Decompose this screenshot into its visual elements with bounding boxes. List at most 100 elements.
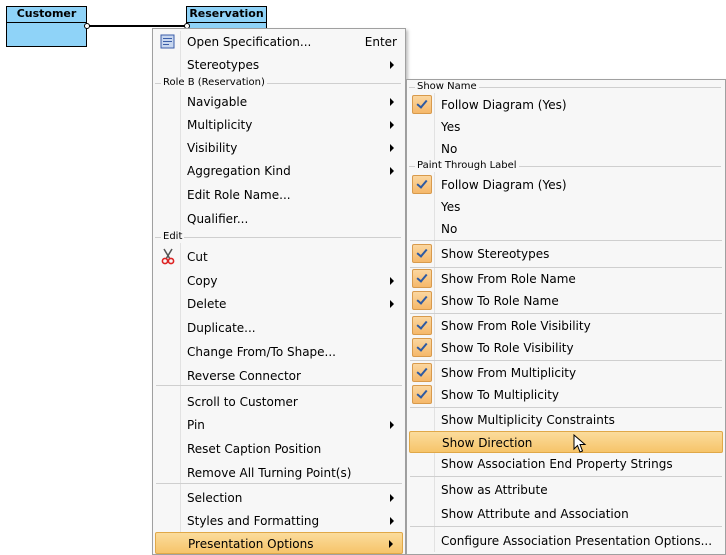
customer-class[interactable]: Customer xyxy=(6,6,87,47)
menu-separator xyxy=(410,526,722,527)
submenu-arrow-icon xyxy=(389,540,393,548)
menu-item-remove-turning-points[interactable]: Remove All Turning Point(s) xyxy=(155,462,403,484)
menu-item-label: No xyxy=(441,222,458,236)
menu-item-label: Aggregation Kind xyxy=(187,164,291,178)
menu-item-show-name-no[interactable]: No xyxy=(409,138,723,160)
menu-item-multiplicity[interactable]: Multiplicity xyxy=(155,114,403,136)
menu-item-visibility[interactable]: Visibility xyxy=(155,137,403,159)
menu-item-label: Show To Role Visibility xyxy=(441,341,574,355)
menu-item-show-as-attribute[interactable]: Show as Attribute xyxy=(409,479,723,501)
menu-item-change-shape[interactable]: Change From/To Shape... xyxy=(155,341,403,363)
menu-item-label: Show To Role Name xyxy=(441,294,559,308)
menu-item-delete[interactable]: Delete xyxy=(155,293,403,315)
menu-separator xyxy=(156,483,402,484)
submenu-arrow-icon xyxy=(390,167,394,175)
menu-item-show-from-multiplicity[interactable]: Show From Multiplicity xyxy=(409,362,723,384)
menu-item-label: Change From/To Shape... xyxy=(187,345,336,359)
menu-item-label: Show From Role Name xyxy=(441,272,576,286)
menu-item-label: Show From Multiplicity xyxy=(441,366,577,380)
menu-item-paint-yes[interactable]: Yes xyxy=(409,196,723,218)
menu-item-selection[interactable]: Selection xyxy=(155,487,403,509)
menu-separator xyxy=(156,385,402,386)
menu-item-paint-no[interactable]: No xyxy=(409,218,723,240)
mouse-cursor-icon xyxy=(573,433,587,457)
menu-item-styles-formatting[interactable]: Styles and Formatting xyxy=(155,510,403,532)
menu-item-copy[interactable]: Copy xyxy=(155,270,403,292)
menu-separator xyxy=(410,476,722,477)
customer-class-name: Customer xyxy=(7,7,86,23)
menu-item-show-to-role-name[interactable]: Show To Role Name xyxy=(409,290,723,312)
checkmark-icon xyxy=(412,363,432,382)
menu-item-show-to-multiplicity[interactable]: Show To Multiplicity xyxy=(409,384,723,406)
menu-item-label: Show Association End Property Strings xyxy=(441,457,673,471)
submenu-arrow-icon xyxy=(390,98,394,106)
menu-item-label: Configure Association Presentation Optio… xyxy=(441,534,713,548)
menu-item-show-from-role-name[interactable]: Show From Role Name xyxy=(409,268,723,290)
menu-item-label: Follow Diagram (Yes) xyxy=(441,178,567,192)
connector-end-from[interactable] xyxy=(84,23,90,29)
menu-item-label: Show To Multiplicity xyxy=(441,388,559,402)
submenu-arrow-icon xyxy=(390,121,394,129)
menu-item-show-end-property-strings[interactable]: Show Association End Property Strings xyxy=(409,453,723,475)
menu-item-show-multiplicity-constraints[interactable]: Show Multiplicity Constraints xyxy=(409,409,723,431)
menu-item-show-to-role-visibility[interactable]: Show To Role Visibility xyxy=(409,337,723,359)
menu-item-scroll-to-customer[interactable]: Scroll to Customer xyxy=(155,391,403,413)
association-connector[interactable] xyxy=(87,25,186,27)
menu-item-duplicate[interactable]: Duplicate... xyxy=(155,317,403,339)
menu-separator xyxy=(410,407,722,408)
menu-item-label: Styles and Formatting xyxy=(187,514,320,528)
section-show-name: Show Name xyxy=(409,81,723,93)
menu-item-label: Follow Diagram (Yes) xyxy=(441,98,567,112)
menu-separator xyxy=(410,240,722,241)
menu-item-shortcut: Enter xyxy=(364,35,397,49)
section-paint-through-label: Paint Through Label xyxy=(409,160,723,172)
menu-item-pin[interactable]: Pin xyxy=(155,414,403,436)
section-label: Show Name xyxy=(415,81,479,93)
checkmark-icon xyxy=(412,175,432,194)
menu-item-reverse-connector[interactable]: Reverse Connector xyxy=(155,365,403,387)
menu-item-qualifier[interactable]: Qualifier... xyxy=(155,208,403,230)
menu-item-label: Yes xyxy=(441,120,461,134)
menu-item-edit-role-name[interactable]: Edit Role Name... xyxy=(155,184,403,206)
menu-item-label: Show as Attribute xyxy=(441,483,548,497)
menu-item-stereotypes[interactable]: Stereotypes xyxy=(155,54,403,76)
checkmark-icon xyxy=(412,95,432,114)
menu-item-paint-follow[interactable]: Follow Diagram (Yes) xyxy=(409,174,723,196)
menu-item-label: Delete xyxy=(187,297,227,311)
submenu-arrow-icon xyxy=(390,144,394,152)
menu-item-presentation-options[interactable]: Presentation Options xyxy=(155,532,403,554)
menu-item-label: Cut xyxy=(187,250,208,264)
specification-icon xyxy=(160,34,175,52)
checkmark-icon xyxy=(412,291,432,310)
submenu-arrow-icon xyxy=(390,494,394,502)
menu-item-show-name-follow[interactable]: Follow Diagram (Yes) xyxy=(409,94,723,116)
checkmark-icon xyxy=(412,316,432,335)
menu-item-label: Presentation Options xyxy=(188,537,314,551)
menu-item-show-attribute-and-association[interactable]: Show Attribute and Association xyxy=(409,503,723,525)
section-label: Paint Through Label xyxy=(415,160,519,172)
menu-item-label: Edit Role Name... xyxy=(187,188,291,202)
reservation-class-name: Reservation xyxy=(187,7,266,23)
menu-item-show-direction[interactable]: Show Direction xyxy=(409,431,723,453)
menu-item-navigable[interactable]: Navigable xyxy=(155,91,403,113)
menu-item-label: Show Stereotypes xyxy=(441,247,550,261)
menu-item-show-stereotypes[interactable]: Show Stereotypes xyxy=(409,243,723,265)
menu-item-reset-caption[interactable]: Reset Caption Position xyxy=(155,438,403,460)
section-role-b: Role B (Reservation) xyxy=(155,77,403,89)
menu-item-label: Copy xyxy=(187,274,218,288)
checkmark-icon xyxy=(412,338,432,357)
context-menu: Open Specification... Enter Stereotypes … xyxy=(152,28,406,555)
menu-item-label: Show Direction xyxy=(442,436,533,450)
menu-item-show-name-yes[interactable]: Yes xyxy=(409,116,723,138)
menu-item-open-specification[interactable]: Open Specification... Enter xyxy=(155,31,403,53)
menu-item-configure-presentation[interactable]: Configure Association Presentation Optio… xyxy=(409,530,723,552)
submenu-arrow-icon xyxy=(390,300,394,308)
menu-item-label: Scroll to Customer xyxy=(187,395,298,409)
menu-item-label: Stereotypes xyxy=(187,58,260,72)
submenu-arrow-icon xyxy=(390,61,394,69)
menu-item-show-from-role-visibility[interactable]: Show From Role Visibility xyxy=(409,315,723,337)
submenu-arrow-icon xyxy=(390,277,394,285)
menu-item-cut[interactable]: Cut xyxy=(155,246,403,268)
checkmark-icon xyxy=(412,244,432,263)
menu-item-aggregation-kind[interactable]: Aggregation Kind xyxy=(155,160,403,182)
